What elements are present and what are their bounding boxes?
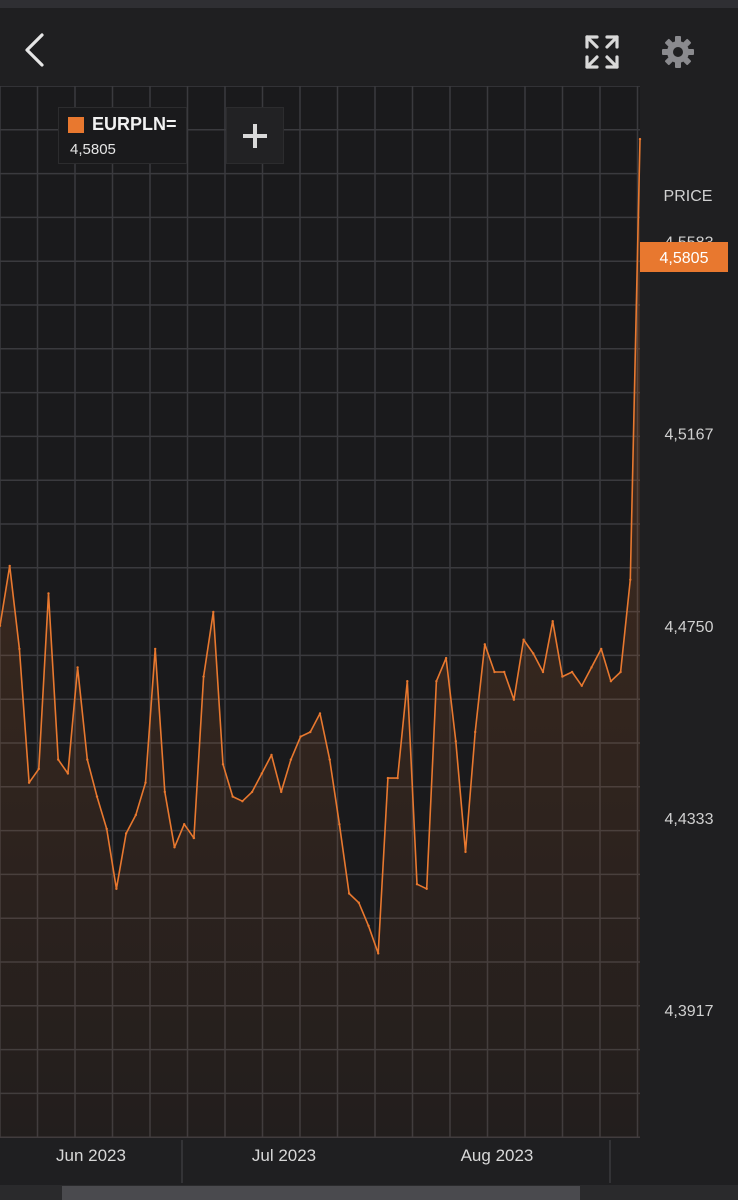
data-point xyxy=(493,670,496,674)
scroll-thumb[interactable] xyxy=(62,1186,580,1200)
data-point xyxy=(231,795,234,798)
data-point xyxy=(124,832,128,835)
data-point xyxy=(338,823,341,826)
data-point xyxy=(57,758,60,761)
data-point xyxy=(66,772,70,775)
data-point xyxy=(347,892,351,895)
data-point xyxy=(367,924,370,927)
data-point xyxy=(357,901,360,904)
data-point xyxy=(444,656,448,660)
last-price-text: 4,5805 xyxy=(660,250,709,267)
data-point xyxy=(154,647,157,651)
chart-header xyxy=(0,8,738,87)
data-point xyxy=(18,647,21,651)
legend-swatch xyxy=(68,117,84,133)
data-point xyxy=(435,680,438,683)
data-point xyxy=(638,137,642,141)
data-point xyxy=(289,758,293,761)
gear-icon xyxy=(662,36,694,68)
data-point xyxy=(192,836,196,840)
data-point xyxy=(532,652,535,655)
data-point xyxy=(8,564,11,568)
data-point xyxy=(115,887,118,890)
back-button[interactable] xyxy=(14,30,54,70)
data-point xyxy=(377,952,380,955)
data-point xyxy=(474,730,477,734)
data-point xyxy=(629,578,632,581)
expand-arrows-icon xyxy=(585,35,619,69)
data-point xyxy=(163,790,166,794)
data-point xyxy=(590,666,593,669)
data-point xyxy=(202,675,205,678)
plus-icon xyxy=(243,123,267,148)
data-point xyxy=(95,795,99,798)
data-point xyxy=(270,753,273,757)
x-tick-label: Jul 2023 xyxy=(252,1146,316,1165)
data-point xyxy=(27,781,31,784)
data-point xyxy=(280,790,283,794)
data-point xyxy=(37,767,40,771)
data-point xyxy=(328,758,331,761)
settings-button[interactable] xyxy=(654,28,702,76)
data-point xyxy=(318,712,322,715)
price-chart[interactable]: 4,55834,51674,47504,43334,3917 4,5805 Ju… xyxy=(0,86,738,1200)
data-point xyxy=(415,883,419,886)
data-point xyxy=(609,680,613,683)
data-point xyxy=(580,684,583,687)
series-legend[interactable]: EURPLN= 4,5805 xyxy=(58,107,187,164)
data-point xyxy=(221,763,225,766)
data-point xyxy=(86,758,89,761)
data-point xyxy=(503,670,506,674)
data-point xyxy=(173,846,176,849)
data-point xyxy=(183,823,186,826)
data-point xyxy=(241,800,244,803)
data-point xyxy=(299,735,302,738)
data-point xyxy=(600,647,603,651)
data-point xyxy=(454,740,457,743)
data-point xyxy=(309,730,312,734)
data-point xyxy=(250,790,254,794)
chart-area[interactable]: 4,55834,51674,47504,43334,3917 4,5805 Ju… xyxy=(0,86,738,1200)
data-point xyxy=(134,813,137,817)
data-point xyxy=(551,620,554,623)
data-point xyxy=(212,610,215,614)
data-point xyxy=(105,827,108,831)
add-series-button[interactable] xyxy=(226,107,284,164)
data-point xyxy=(464,850,467,854)
x-tick-label: Jun 2023 xyxy=(56,1146,126,1165)
x-tick-label: Aug 2023 xyxy=(461,1146,534,1165)
y-tick-label: 4,4333 xyxy=(665,811,714,828)
data-point xyxy=(570,670,574,674)
data-point xyxy=(47,592,50,595)
y-tick-label: 4,4750 xyxy=(665,619,714,636)
legend-symbol: EURPLN= xyxy=(92,114,177,134)
data-point xyxy=(406,680,409,683)
data-point xyxy=(260,772,263,775)
data-point xyxy=(396,776,399,780)
data-point xyxy=(522,638,525,641)
y-tick-label: 4,5167 xyxy=(665,426,714,443)
data-point xyxy=(561,675,564,678)
price-axis-title: PRICE xyxy=(663,188,713,205)
legend-value: 4,5805 xyxy=(70,141,116,158)
data-point xyxy=(425,887,428,890)
data-point xyxy=(483,643,486,646)
fullscreen-button[interactable] xyxy=(578,28,626,76)
chevron-left-icon xyxy=(25,33,44,67)
data-point xyxy=(541,670,545,674)
data-point xyxy=(76,666,79,669)
data-point xyxy=(144,781,147,784)
data-point xyxy=(386,776,390,780)
data-point xyxy=(619,670,622,674)
y-tick-label: 4,3917 xyxy=(665,1003,714,1020)
data-point xyxy=(512,698,516,701)
top-edge-strip xyxy=(0,0,738,8)
